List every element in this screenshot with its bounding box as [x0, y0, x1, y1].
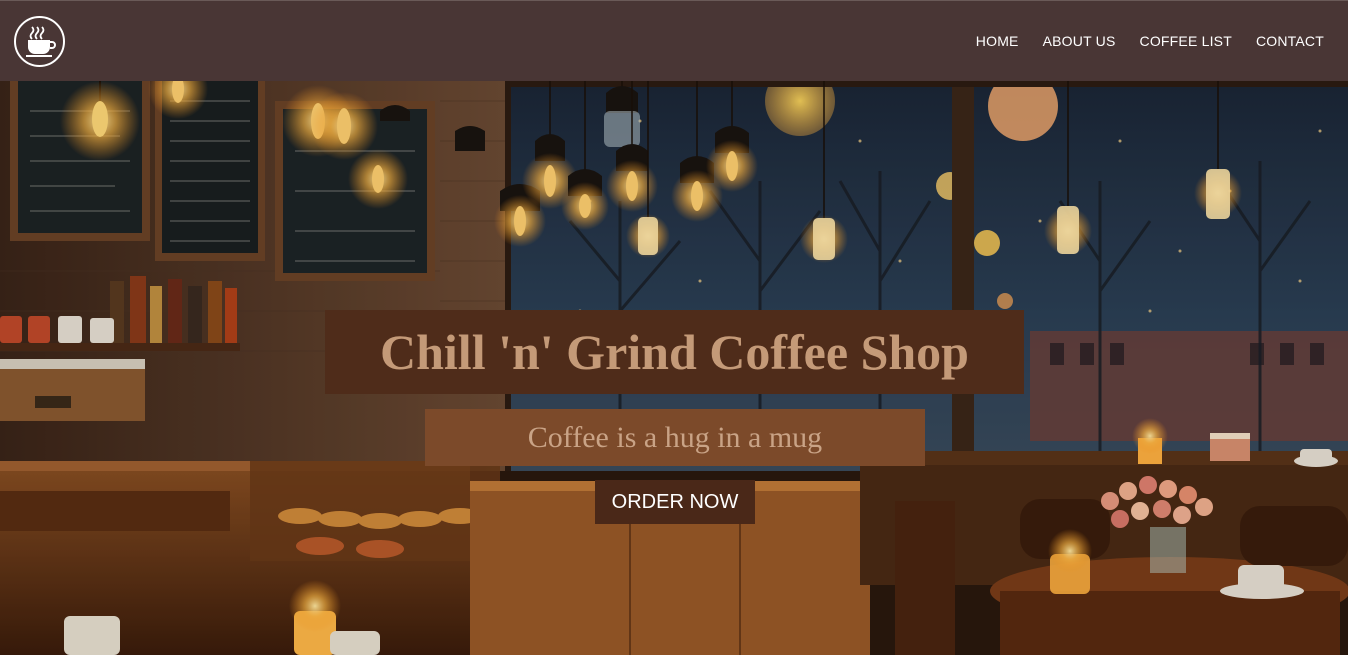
nav-about-link[interactable]: ABOUT US — [1043, 33, 1116, 49]
nav-coffee-list-link[interactable]: COFFEE LIST — [1140, 33, 1232, 49]
coffee-cup-icon — [25, 26, 56, 57]
nav-links: HOME ABOUT US COFFEE LIST CONTACT — [976, 33, 1324, 49]
hero-section: Chill 'n' Grind Coffee Shop Coffee is a … — [0, 81, 1348, 655]
order-now-button[interactable]: ORDER NOW — [595, 480, 755, 524]
hero-tagline: Coffee is a hug in a mug — [425, 409, 925, 466]
nav-home-link[interactable]: HOME — [976, 33, 1019, 49]
navbar: HOME ABOUT US COFFEE LIST CONTACT — [0, 0, 1348, 81]
nav-contact-link[interactable]: CONTACT — [1256, 33, 1324, 49]
hero-title: Chill 'n' Grind Coffee Shop — [325, 310, 1024, 394]
logo[interactable] — [14, 15, 65, 67]
